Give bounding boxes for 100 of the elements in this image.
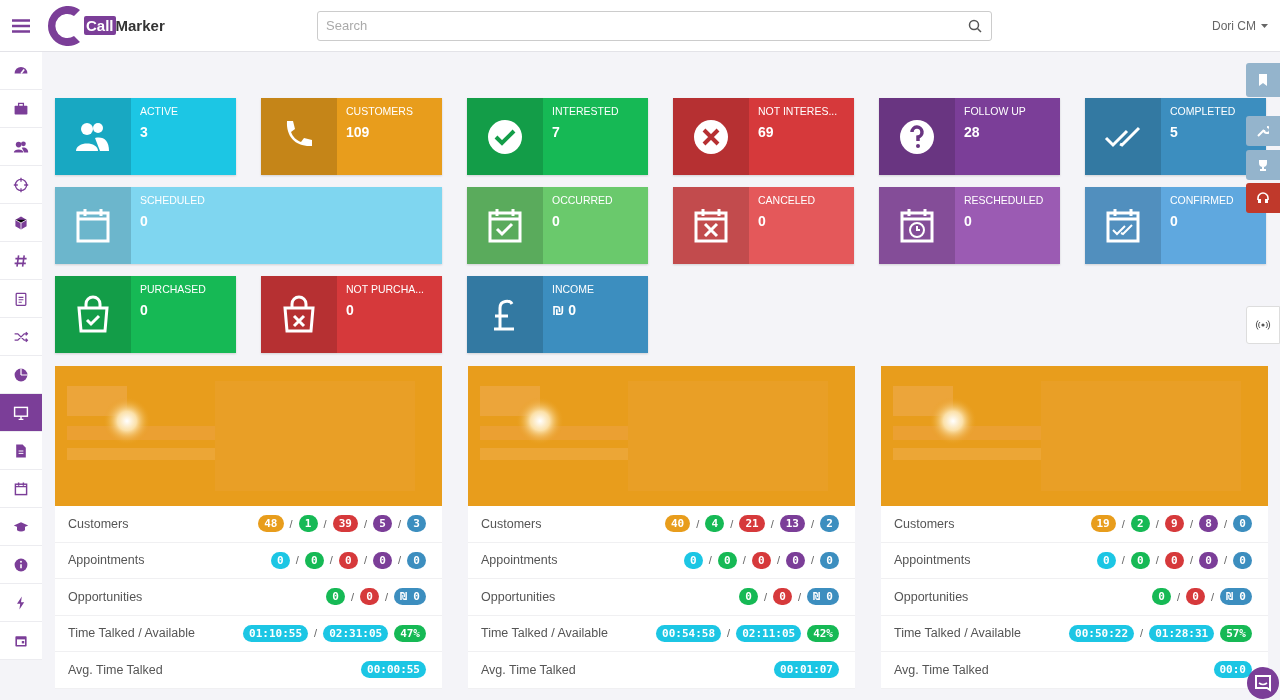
row-label: Opportunities	[894, 589, 969, 604]
separator: /	[351, 590, 355, 603]
tile-label: CUSTOMERS	[346, 104, 413, 119]
tile-label: FOLLOW UP	[964, 104, 1026, 119]
count-badge: 00:0	[1213, 661, 1252, 679]
separator: /	[798, 590, 802, 603]
separator: /	[1189, 517, 1193, 530]
sidebar-item[interactable]	[0, 242, 42, 280]
count-badge: 0	[785, 551, 805, 569]
separator: /	[323, 517, 327, 530]
user-menu[interactable]: Dori CM	[1212, 18, 1268, 33]
menu-icon[interactable]	[12, 18, 30, 33]
tile-value: 0	[140, 213, 148, 229]
broadcast-button[interactable]	[1246, 306, 1280, 344]
row-label: Time Talked / Available	[68, 626, 195, 641]
count-badge: 39	[332, 515, 358, 533]
sidebar-item[interactable]	[0, 128, 42, 166]
search-icon[interactable]	[968, 18, 982, 33]
count-badge: 0	[1198, 551, 1218, 569]
row-label: Avg. Time Talked	[894, 662, 989, 677]
briefcase-icon	[13, 100, 29, 117]
row-label: Opportunities	[481, 589, 556, 604]
search-field[interactable]: Search	[317, 10, 992, 41]
row-label: Opportunities	[68, 589, 143, 604]
row-label: Appointments	[481, 553, 558, 568]
sidebar-item[interactable]	[0, 90, 42, 128]
tile-label: OCCURRED	[552, 193, 613, 208]
count-badge: 00:01:07	[774, 661, 839, 679]
tile-label: NOT INTERES...	[758, 104, 838, 119]
count-badge: 5	[372, 515, 392, 533]
caret-icon	[1261, 23, 1268, 28]
count-badge: ₪ 0	[1220, 588, 1252, 606]
count-badge: 0	[1233, 515, 1252, 533]
count-badge: 0	[326, 588, 345, 606]
separator: /	[776, 554, 780, 567]
separator: /	[363, 517, 367, 530]
tile-label: NOT PURCHA...	[346, 282, 424, 297]
count-badge: 02:31:05	[323, 624, 389, 642]
separator: /	[397, 517, 401, 530]
chat-button[interactable]	[1247, 667, 1279, 699]
count-badge: 02:11:05	[736, 624, 802, 642]
sidebar-item[interactable]	[0, 166, 42, 204]
tile-label: RESCHEDULED	[964, 193, 1044, 208]
sidebar-item[interactable]	[0, 356, 42, 394]
separator: /	[810, 554, 814, 567]
tile-label: INCOME	[552, 282, 594, 297]
cube-icon	[13, 214, 29, 231]
separator: /	[1223, 554, 1227, 567]
row-label: Appointments	[68, 553, 145, 568]
count-badge: 0	[773, 588, 793, 606]
count-badge: 0	[820, 551, 839, 569]
count-badge: 0	[304, 551, 324, 569]
sidebar-item[interactable]	[0, 546, 42, 584]
row-label: Avg. Time Talked	[68, 662, 163, 677]
calendar-icon	[13, 480, 29, 497]
chat-icon	[1253, 673, 1273, 693]
count-badge: 00:50:22	[1069, 624, 1135, 642]
tile-label: SCHEDULED	[140, 193, 205, 208]
row-label: Customers	[481, 516, 542, 531]
tile-label: CONFIRMED	[1170, 193, 1234, 208]
trophy-icon	[1257, 159, 1269, 171]
count-badge: 00:00:55	[361, 661, 426, 679]
count-badge: 21	[739, 515, 765, 533]
count-badge: 2	[1130, 515, 1150, 533]
headphones-button[interactable]	[1246, 183, 1280, 213]
separator: /	[727, 627, 731, 640]
count-badge: ₪ 0	[394, 588, 426, 606]
separator: /	[1211, 590, 1215, 603]
count-badge: 0	[1130, 551, 1150, 569]
sidebar-item[interactable]	[0, 204, 42, 242]
sidebar-item[interactable]	[0, 280, 42, 318]
wrench-icon	[1257, 125, 1269, 137]
separator: /	[1223, 517, 1227, 530]
count-badge: 2	[820, 515, 839, 533]
sidebar-item[interactable]	[0, 394, 42, 432]
logo: CallMarker	[42, 1, 317, 50]
row-label: Avg. Time Talked	[481, 662, 576, 677]
sidebar-item[interactable]	[0, 52, 42, 90]
separator: /	[708, 554, 712, 567]
tile-value: 0	[758, 213, 766, 229]
broadcast-icon	[1255, 320, 1271, 330]
count-badge: 0	[739, 588, 758, 606]
separator: /	[764, 590, 768, 603]
info-icon	[13, 556, 29, 573]
tile-value: ₪ 0	[552, 302, 577, 318]
count-badge: 0	[372, 551, 392, 569]
count-badge: 0	[717, 551, 737, 569]
count-badge: 01:28:31	[1149, 624, 1215, 642]
sidebar-item[interactable]	[0, 508, 42, 546]
tile-value: 5	[1170, 124, 1178, 140]
count-badge: 9	[1164, 515, 1184, 533]
sidebar-item[interactable]	[0, 622, 42, 660]
tile-value: 28	[964, 124, 980, 140]
sidebar-item[interactable]	[0, 470, 42, 508]
separator: /	[289, 517, 293, 530]
sidebar-item[interactable]	[0, 432, 42, 470]
count-badge: 57%	[1220, 624, 1252, 642]
users-icon	[13, 138, 29, 155]
count-badge: 48	[258, 515, 284, 533]
separator: /	[295, 554, 299, 567]
